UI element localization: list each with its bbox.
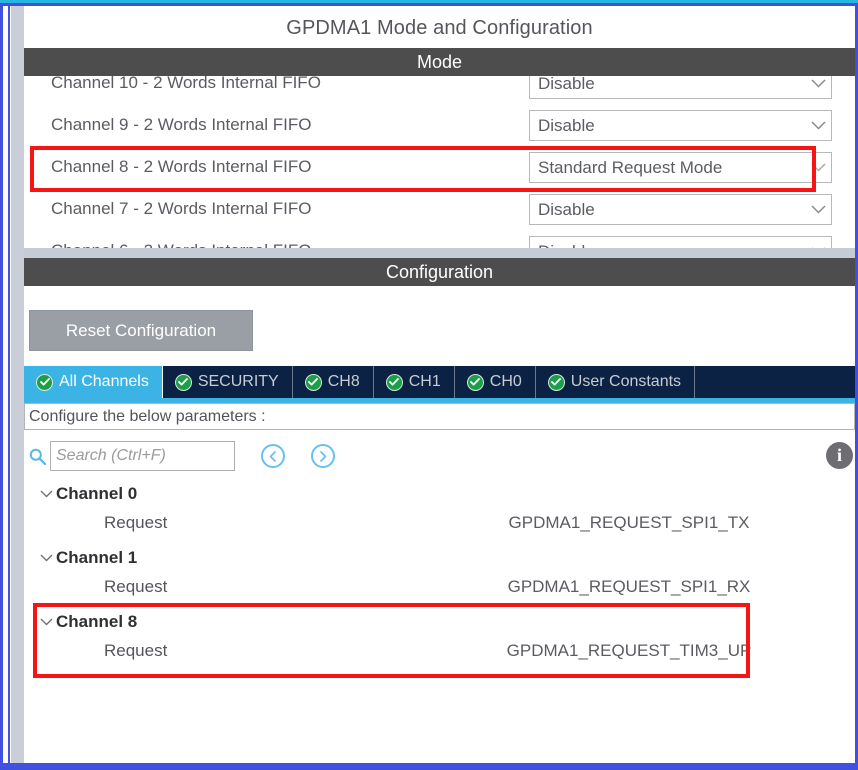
configuration-tabbar: All Channels SECURITY CH8 CH1 CH0 User C…: [24, 366, 855, 398]
configuration-body: Reset Configuration All Channels SECURIT…: [24, 286, 855, 761]
search-input[interactable]: [51, 442, 234, 470]
search-input-wrapper[interactable]: [50, 441, 235, 471]
tree-group-channel-8[interactable]: Channel 8: [24, 606, 855, 638]
bottom-blue-stripe: [0, 763, 858, 770]
tree-group-label: Channel 8: [56, 612, 138, 631]
tab-user-constants[interactable]: User Constants: [535, 366, 696, 398]
mode-row-label: Channel 6 - 2 Words Internal FIFO: [24, 241, 311, 248]
mode-row-select[interactable]: Disable: [529, 194, 832, 225]
mode-row[interactable]: Channel 7 - 2 Words Internal FIFO Disabl…: [24, 188, 855, 230]
inner-frame-line: [8, 6, 10, 766]
mode-section-label: Mode: [416, 51, 463, 72]
configuration-section-header: Configuration: [24, 258, 855, 286]
mode-row-select[interactable]: Disable: [529, 76, 832, 99]
configuration-section-label: Configuration: [385, 261, 494, 282]
tree-group-label: Channel 1: [56, 548, 138, 567]
tree-row-key: Request: [104, 577, 168, 596]
tree-group-label: Channel 0: [56, 484, 138, 503]
tree-row[interactable]: Request GPDMA1_REQUEST_SPI1_TX: [24, 510, 855, 542]
mode-row-value: Disable: [538, 199, 595, 219]
tree-row-key: Request: [104, 641, 168, 660]
chevron-down-icon: [805, 79, 831, 88]
tree-row-value: GPDMA1_REQUEST_TIM3_UP: [506, 641, 752, 660]
configure-parameters-note: Configure the below parameters :: [24, 403, 855, 430]
mode-row-select[interactable]: Disable: [529, 236, 832, 248]
page-title: GPDMA1 Mode and Configuration: [24, 8, 855, 48]
mode-list-viewport[interactable]: Channel 10 - 2 Words Internal FIFO Disab…: [24, 76, 855, 248]
check-circle-icon: [467, 374, 483, 390]
mode-row[interactable]: Channel 6 - 2 Words Internal FIFO Disabl…: [24, 230, 855, 248]
chevron-down-icon: [805, 121, 831, 130]
tree-group-channel-0[interactable]: Channel 0: [24, 478, 855, 510]
section-divider: [24, 248, 855, 258]
tab-label: CH0: [489, 373, 522, 390]
chevron-down-icon[interactable]: [36, 554, 56, 562]
parameter-tree: Channel 0 Request GPDMA1_REQUEST_SPI1_TX…: [24, 478, 855, 670]
chevron-down-icon: [805, 205, 831, 214]
chevron-left-circle-icon[interactable]: [261, 444, 285, 468]
mode-row-select[interactable]: Disable: [529, 110, 832, 141]
info-icon[interactable]: i: [826, 442, 853, 469]
mode-row-value: Disable: [538, 76, 595, 93]
check-circle-icon: [175, 374, 191, 390]
mode-row-value: Standard Request Mode: [538, 157, 723, 177]
reset-configuration-button[interactable]: Reset Configuration: [29, 310, 253, 351]
tab-label: CH1: [408, 373, 441, 390]
screenshot-root: GPDMA1 Mode and Configuration Mode Chann…: [0, 0, 858, 770]
chevron-down-icon[interactable]: [36, 490, 56, 498]
chevron-down-icon[interactable]: [36, 618, 56, 626]
panel-canvas: GPDMA1 Mode and Configuration Mode Chann…: [24, 8, 855, 761]
mode-row-channel-8[interactable]: Channel 8 - 2 Words Internal FIFO Standa…: [24, 146, 855, 188]
mode-row-label: Channel 10 - 2 Words Internal FIFO: [51, 76, 321, 92]
tab-label: All Channels: [59, 373, 149, 390]
check-circle-icon: [305, 374, 321, 390]
tab-security[interactable]: SECURITY: [162, 366, 293, 398]
tab-label: CH8: [327, 373, 360, 390]
tab-ch8[interactable]: CH8: [292, 366, 374, 398]
tree-row-value: GPDMA1_REQUEST_SPI1_RX: [507, 577, 751, 596]
mode-list: Channel 10 - 2 Words Internal FIFO Disab…: [24, 76, 855, 248]
mode-section-header: Mode: [24, 48, 855, 76]
mode-row-label: Channel 8 - 2 Words Internal FIFO: [51, 157, 312, 176]
tab-label: SECURITY: [197, 373, 279, 390]
search-icon: [24, 448, 50, 465]
tree-row-value: GPDMA1_REQUEST_SPI1_TX: [508, 513, 750, 532]
search-row: i: [24, 436, 855, 476]
tree-row[interactable]: Request GPDMA1_REQUEST_TIM3_UP: [24, 638, 855, 670]
chevron-down-icon: [805, 163, 831, 172]
configure-parameters-text: Configure the below parameters :: [29, 407, 266, 425]
tree-group-channel-1[interactable]: Channel 1: [24, 542, 855, 574]
tab-ch0[interactable]: CH0: [454, 366, 536, 398]
tree-row-key: Request: [104, 513, 168, 532]
check-circle-icon: [548, 374, 564, 390]
mode-row[interactable]: Channel 10 - 2 Words Internal FIFO Disab…: [24, 76, 855, 104]
tab-all-channels[interactable]: All Channels: [24, 366, 163, 398]
left-gutter: [11, 6, 24, 764]
chevron-right-circle-icon[interactable]: [311, 444, 335, 468]
mode-row[interactable]: Channel 9 - 2 Words Internal FIFO Disabl…: [24, 104, 855, 146]
mode-row-label: Channel 9 - 2 Words Internal FIFO: [51, 115, 312, 134]
mode-row-select[interactable]: Standard Request Mode: [529, 152, 832, 183]
tab-ch1[interactable]: CH1: [373, 366, 455, 398]
check-circle-icon: [37, 374, 52, 390]
tab-label: User Constants: [570, 373, 682, 390]
tree-row[interactable]: Request GPDMA1_REQUEST_SPI1_RX: [24, 574, 855, 606]
mode-row-value: Disable: [538, 115, 595, 135]
mode-row-label: Channel 7 - 2 Words Internal FIFO: [51, 199, 312, 218]
check-circle-icon: [386, 374, 402, 390]
